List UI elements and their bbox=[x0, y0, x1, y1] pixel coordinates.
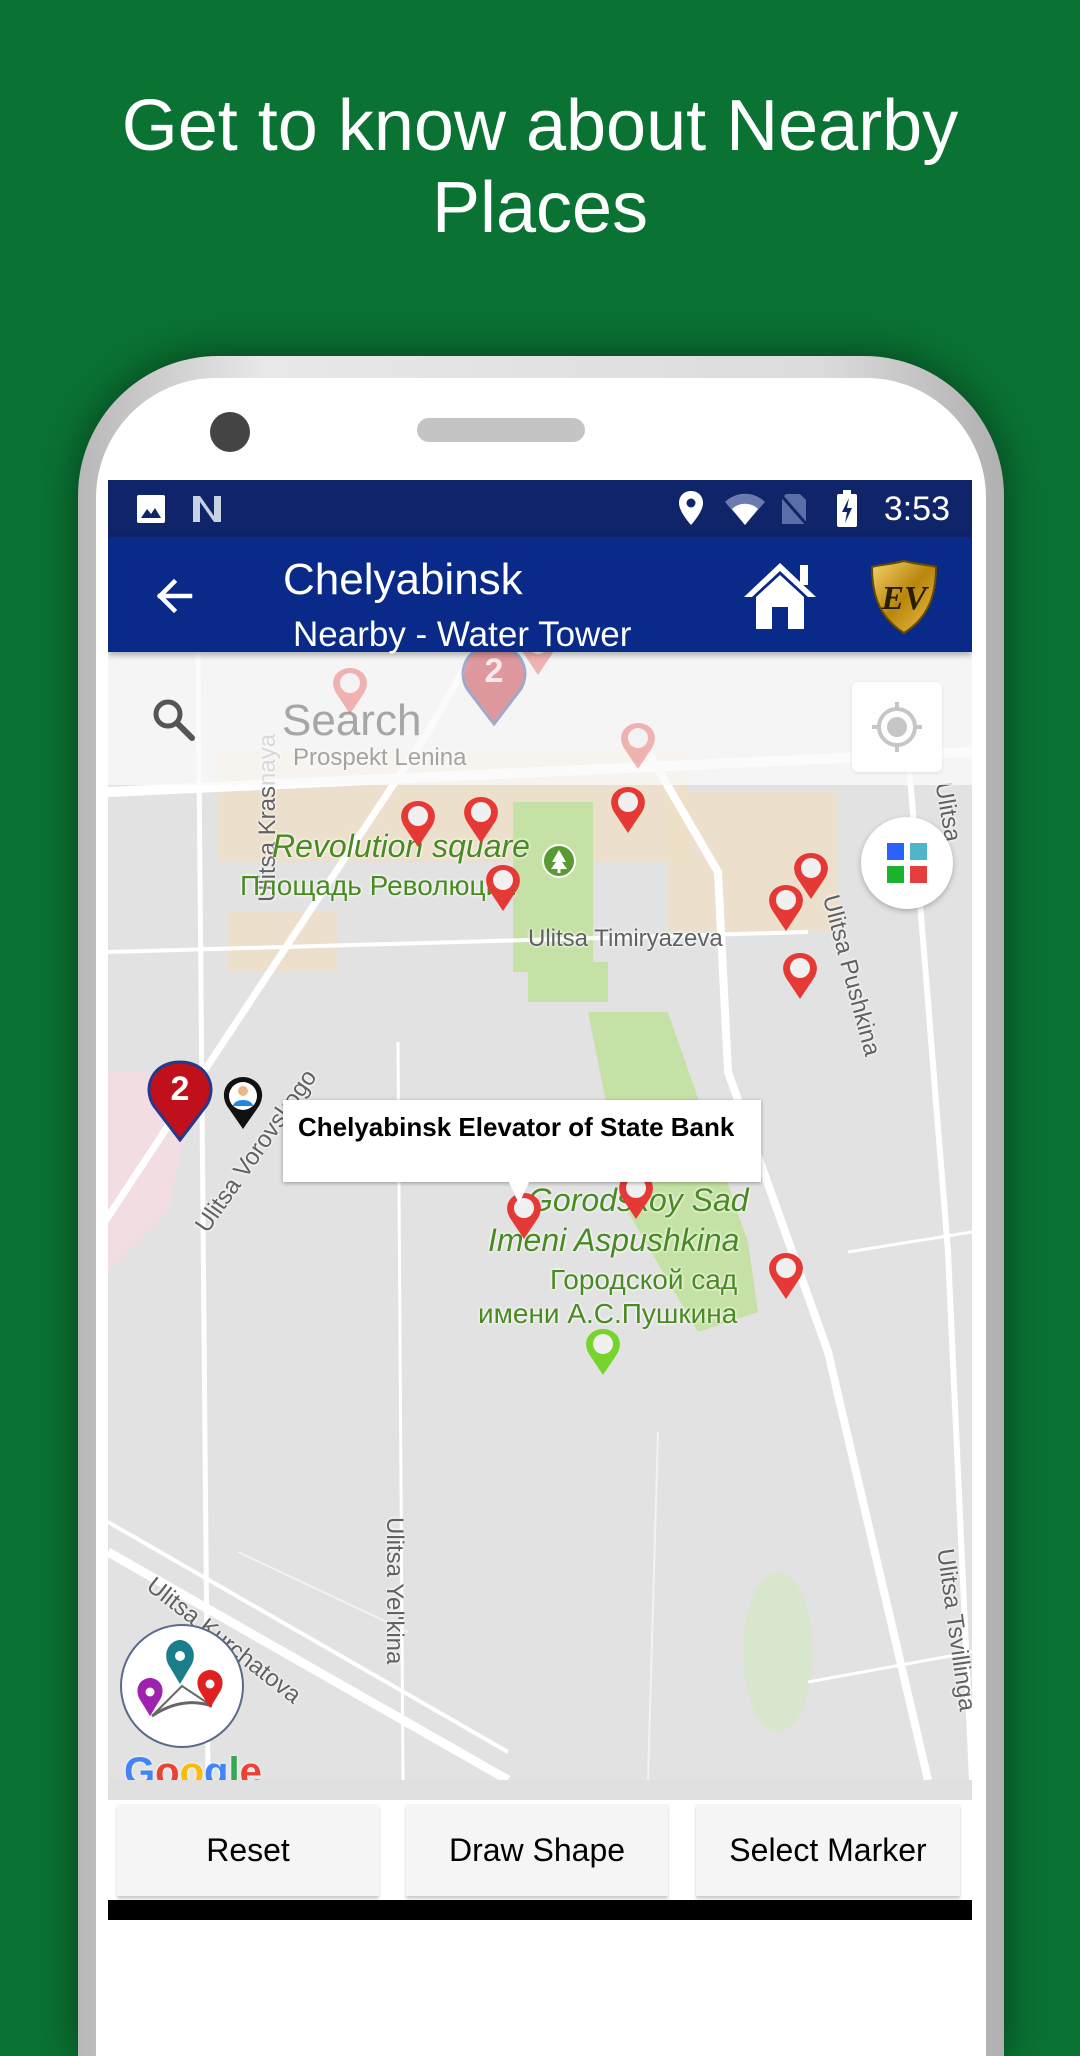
google-letter: o bbox=[155, 1750, 180, 1780]
status-time: 3:53 bbox=[883, 490, 950, 528]
no-sim-icon bbox=[778, 493, 810, 526]
google-attribution-text: Google bbox=[124, 1750, 262, 1780]
park-tree-icon bbox=[542, 844, 576, 878]
app-bar-subtitle: Nearby - Water Tower bbox=[293, 615, 632, 654]
search-icon[interactable] bbox=[150, 696, 196, 742]
search-bar: Prospekt Lenina 2 bbox=[108, 652, 972, 785]
promo-headline: Get to know about Nearby Places bbox=[0, 85, 1080, 249]
reset-button[interactable]: Reset bbox=[117, 1804, 379, 1896]
info-window-title: Chelyabinsk Elevator of State Bank bbox=[298, 1112, 735, 1142]
app-logo-button[interactable] bbox=[120, 1624, 244, 1748]
phone-camera bbox=[210, 412, 250, 452]
google-letter: G bbox=[124, 1750, 156, 1780]
battery-charging-icon bbox=[837, 490, 857, 527]
marker-cluster-count: 2 bbox=[484, 652, 504, 690]
promo-headline-line2: Places bbox=[431, 168, 649, 248]
map-pins-logo-icon bbox=[137, 1640, 223, 1718]
street-label-yelkina: Ulitsa Yel'kina bbox=[381, 1517, 408, 1665]
google-attribution: Google bbox=[124, 1750, 262, 1780]
marker-cluster-count: 2 bbox=[170, 1070, 190, 1108]
google-letter: e bbox=[239, 1750, 262, 1780]
google-letter: g bbox=[204, 1750, 229, 1780]
ev-logo-text: EV bbox=[880, 580, 929, 617]
location-icon bbox=[679, 491, 703, 525]
home-icon[interactable] bbox=[740, 559, 820, 631]
street-label-timiryazeva: Ulitsa Timiryazeva bbox=[528, 925, 723, 952]
promo-headline-line1: Get to know about Nearby bbox=[121, 86, 959, 166]
map-layers-button[interactable] bbox=[861, 817, 953, 909]
place-marker-red[interactable] bbox=[332, 667, 368, 715]
draw-shape-button[interactable]: Draw Shape bbox=[406, 1804, 668, 1896]
place-marker-red[interactable] bbox=[782, 952, 818, 1000]
place-label-imeni-pushkina-ru: имени А.С.Пушкина bbox=[478, 1298, 738, 1329]
phone-speaker bbox=[417, 418, 585, 442]
google-letter: l bbox=[228, 1750, 240, 1780]
marker-info-window[interactable]: Chelyabinsk Elevator of State Bank bbox=[283, 1100, 761, 1204]
place-marker-red[interactable] bbox=[520, 652, 556, 676]
phone-screen: 3:53 Chelyabinsk Nearby - Water Tower EV bbox=[108, 480, 972, 1920]
place-label-revolution-square-ru: Площадь Революции bbox=[240, 870, 517, 901]
place-marker-red[interactable] bbox=[768, 1252, 804, 1300]
system-nav-bar bbox=[108, 1900, 972, 1920]
action-button-row: Reset Draw Shape Select Marker bbox=[108, 1800, 972, 1900]
image-icon bbox=[137, 495, 165, 523]
wifi-icon bbox=[725, 493, 765, 525]
place-marker-red[interactable] bbox=[768, 884, 804, 932]
my-location-button[interactable] bbox=[852, 682, 942, 772]
place-marker-red[interactable] bbox=[485, 864, 521, 912]
place-marker-red[interactable] bbox=[620, 722, 656, 770]
back-arrow-icon[interactable] bbox=[150, 571, 200, 621]
user-location-marker-icon[interactable] bbox=[222, 1076, 264, 1130]
app-bar: Chelyabinsk Nearby - Water Tower EV bbox=[108, 537, 972, 654]
ev-logo-icon[interactable]: EV bbox=[870, 559, 938, 635]
map-view[interactable]: Ulitsa Krasnaya Ulitsa Vorovskogo Ulitsa… bbox=[108, 652, 972, 1780]
info-window-tail bbox=[509, 1182, 529, 1204]
crosshair-icon bbox=[872, 702, 922, 752]
place-marker-green[interactable] bbox=[585, 1328, 621, 1376]
grid-icon bbox=[887, 843, 927, 883]
google-letter: o bbox=[179, 1750, 204, 1780]
place-marker-red[interactable] bbox=[400, 800, 436, 848]
select-marker-button[interactable]: Select Marker bbox=[696, 1804, 960, 1896]
n-notification-icon bbox=[193, 496, 221, 522]
place-marker-red[interactable] bbox=[610, 786, 646, 834]
status-bar: 3:53 bbox=[108, 480, 972, 537]
app-bar-title: Chelyabinsk bbox=[283, 555, 523, 604]
place-label-gorodskoy-sad-ru: Городской сад bbox=[550, 1264, 738, 1295]
place-marker-red[interactable] bbox=[463, 796, 499, 844]
